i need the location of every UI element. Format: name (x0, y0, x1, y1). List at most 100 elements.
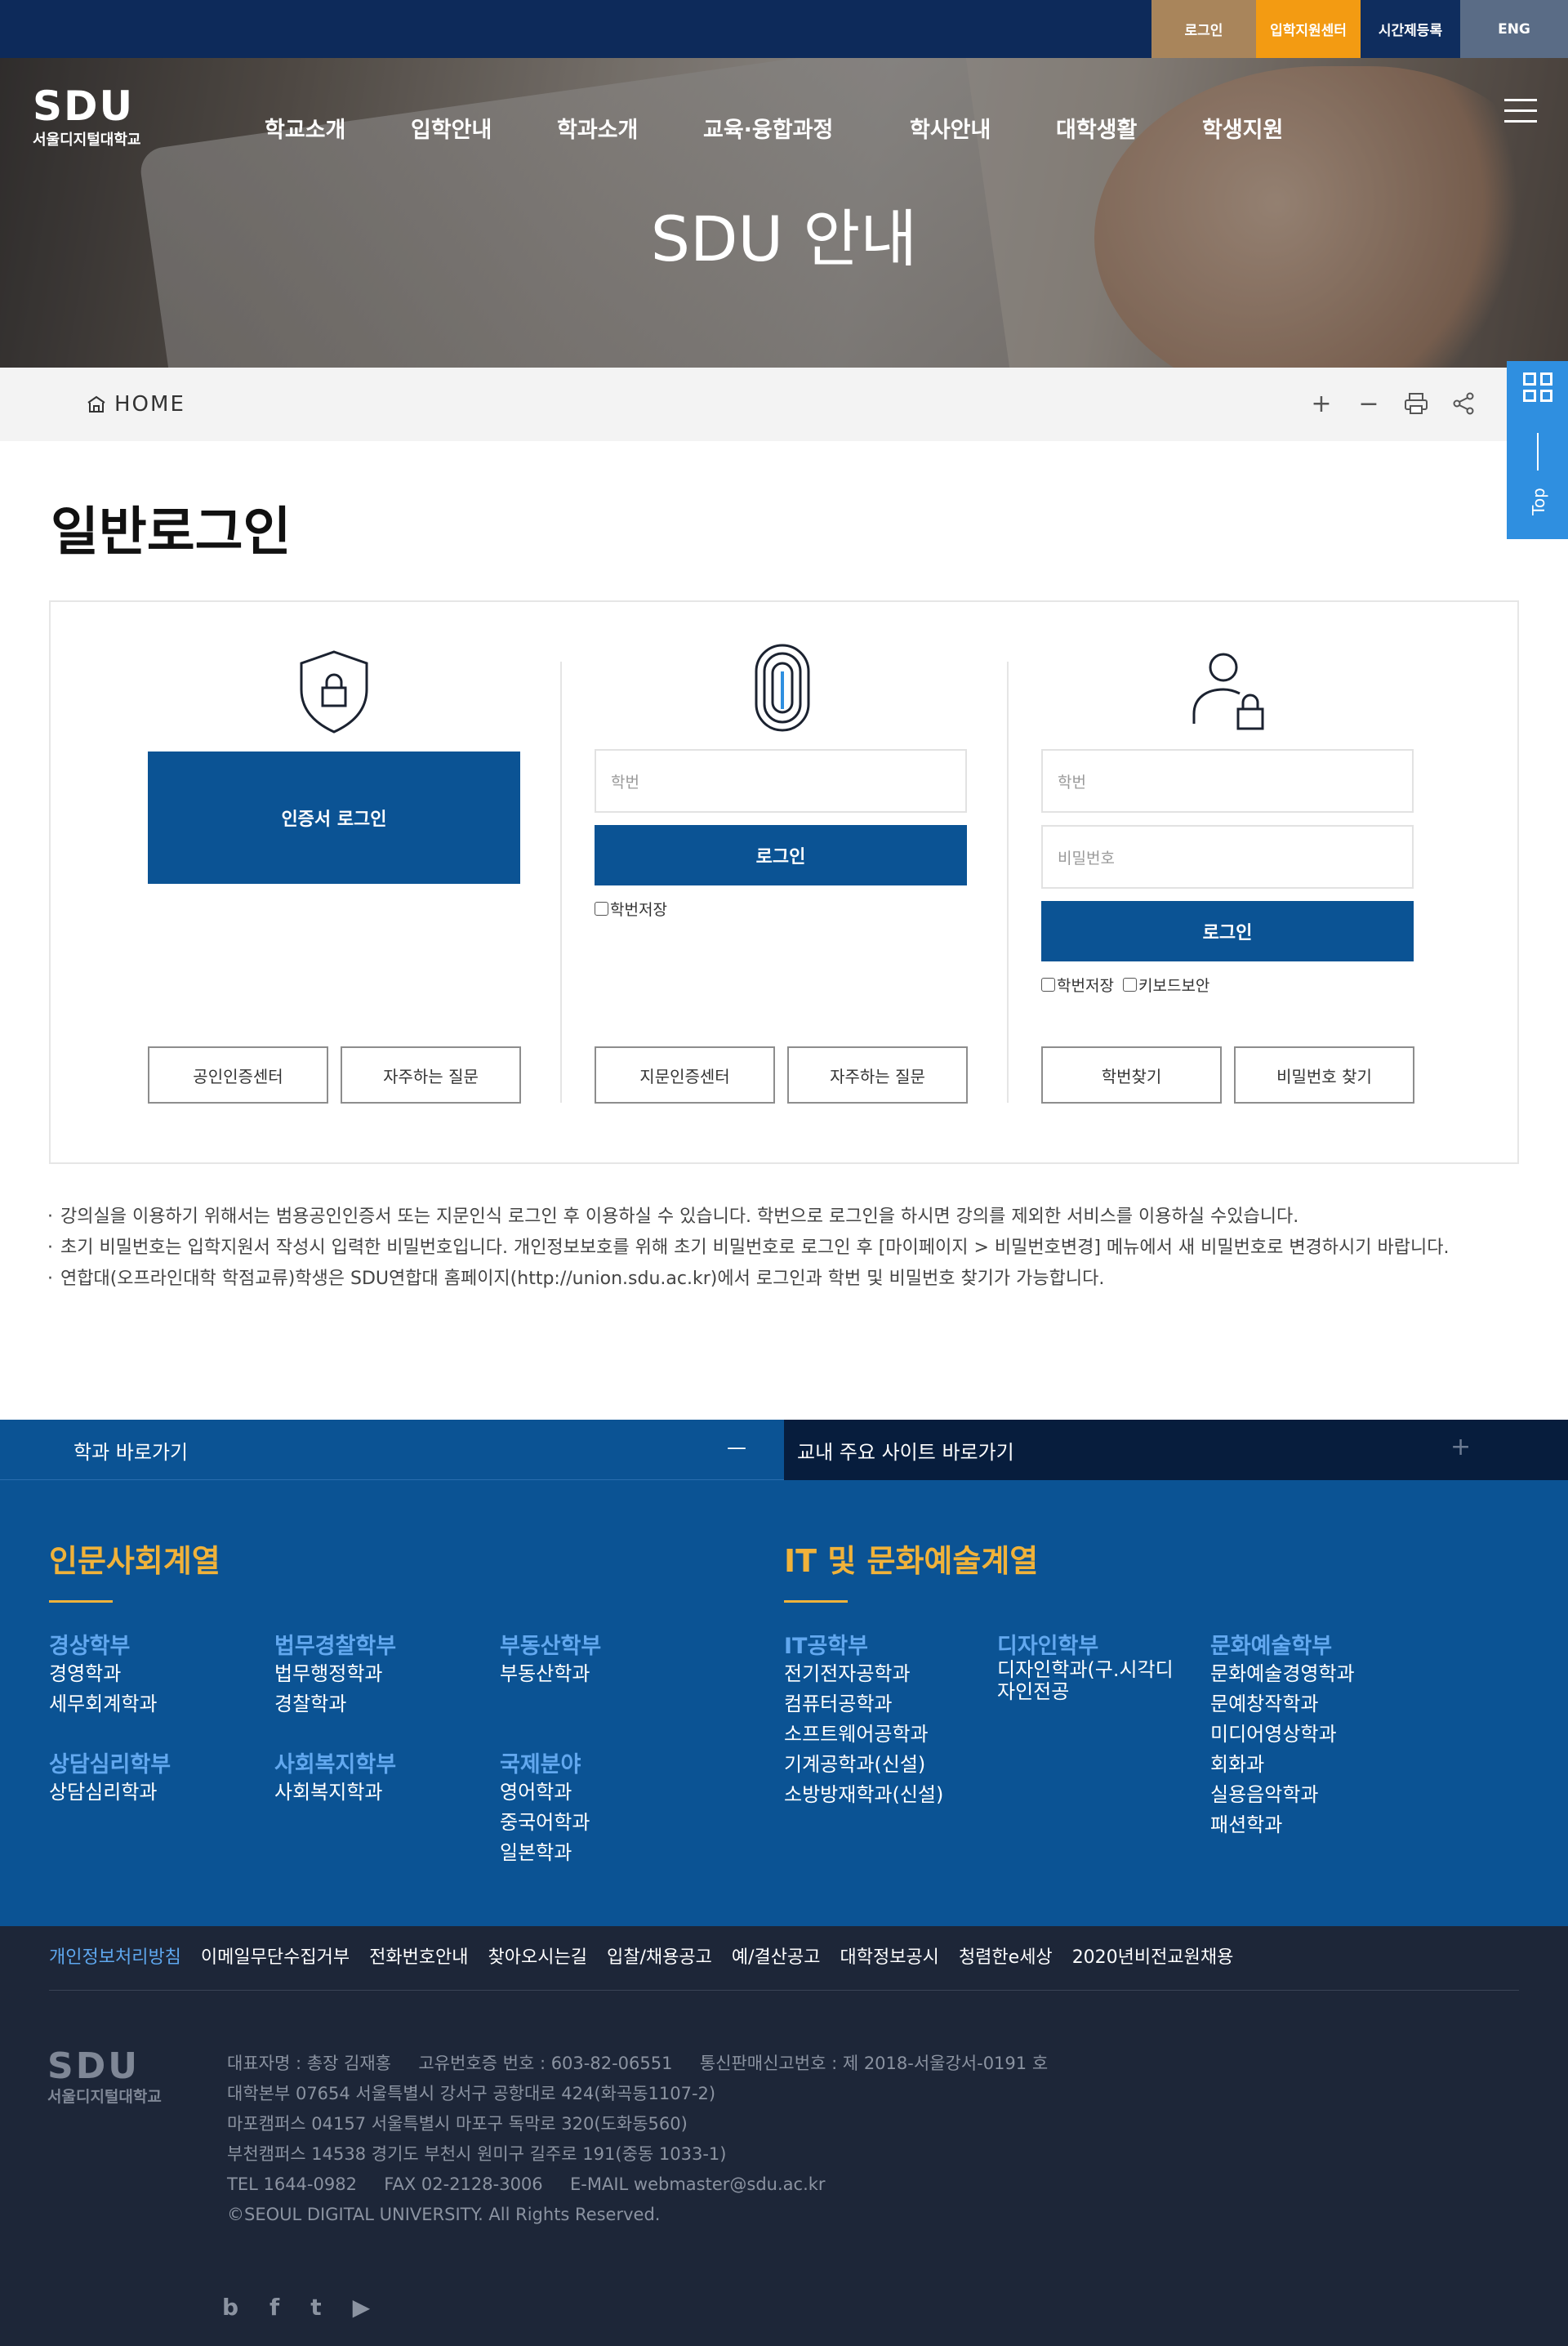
logo-subtitle: 서울디지털대학교 (33, 132, 141, 149)
cert-faq-button[interactable]: 자주하는 질문 (341, 1046, 521, 1104)
footer-info-line: 부천캠퍼스 14538 경기도 부천시 원미구 길주로 191(중동 1033-… (227, 2144, 727, 2164)
column-divider (1007, 662, 1009, 1103)
finger-student-id-input[interactable]: 학번 (595, 749, 967, 813)
fingerprint-center-button[interactable]: 지문인증센터 (595, 1046, 775, 1104)
major-link[interactable]: 경영학과 (49, 1659, 157, 1689)
breadcrumb-home[interactable]: HOME (87, 392, 185, 417)
major-link[interactable]: 일본학과 (500, 1838, 590, 1868)
footer-link[interactable]: 예/결산공고 (732, 1942, 821, 1969)
certificate-login-button[interactable]: 인증서 로그인 (148, 752, 520, 884)
hamburger-menu-icon[interactable] (1504, 99, 1537, 127)
password-input[interactable]: 비밀번호 (1041, 825, 1414, 889)
major-link[interactable]: 경찰학과 (274, 1689, 382, 1719)
footer-link[interactable]: 찾아오시는길 (488, 1942, 587, 1969)
major-link[interactable]: 컴퓨터공학과 (784, 1689, 943, 1719)
breadcrumb-home-label: HOME (114, 392, 185, 417)
login-button[interactable]: 로그인 (1041, 901, 1414, 961)
school-title[interactable]: 부동산학부 (500, 1628, 601, 1660)
school-title[interactable]: 국제분야 (500, 1746, 581, 1778)
site-footer: 개인정보처리방침 이메일무단수집거부 전화번호안내 찾아오시는길 입찰/채용공고… (0, 1926, 1568, 2346)
footer-logo: SDU 서울디지털대학교 (47, 2049, 162, 2107)
major-list: 디자인학과(구.시각디자인전공 (997, 1659, 1185, 1703)
major-link[interactable]: 문화예술경영학과 (1210, 1659, 1355, 1689)
major-link[interactable]: 법무행정학과 (274, 1659, 382, 1689)
footer-link[interactable]: 전화번호안내 (369, 1942, 468, 1969)
zoom-out-icon[interactable]: − (1356, 390, 1382, 418)
footer-link[interactable]: 2020년비전교원채용 (1072, 1942, 1234, 1969)
print-icon[interactable] (1403, 390, 1429, 417)
tab-site-shortcuts[interactable]: 교내 주요 사이트 바로가기 + (784, 1420, 1568, 1480)
timetable-register-link[interactable]: 시간제등록 (1361, 0, 1460, 58)
nav-item-campus-life[interactable]: 대학생활 (1056, 112, 1137, 144)
fingerprint-icon (755, 644, 810, 732)
school-title[interactable]: 법무경찰학부 (274, 1628, 396, 1660)
major-link[interactable]: 문예창작학과 (1210, 1689, 1355, 1719)
finger-login-button[interactable]: 로그인 (595, 825, 967, 885)
major-link[interactable]: 영어학과 (500, 1777, 590, 1808)
page-tools: + − (1308, 390, 1477, 418)
major-list: 전기전자공학과 컴퓨터공학과 소프트웨어공학과 기계공학과(신설) 소방방재학과… (784, 1659, 943, 1810)
blog-icon[interactable]: b (222, 2294, 238, 2321)
youtube-icon[interactable]: ▶ (353, 2294, 371, 2321)
major-link[interactable]: 전기전자공학과 (784, 1659, 943, 1689)
footer-link[interactable]: 청렴한e세상 (959, 1942, 1053, 1969)
school-title[interactable]: 경상학부 (49, 1628, 130, 1660)
tab-department-shortcuts[interactable]: 학과 바로가기 — (0, 1420, 784, 1480)
footer-info-line: TEL 1644-0982 FAX 02-2128-3006 E-MAIL we… (227, 2174, 826, 2194)
major-link[interactable]: 소프트웨어공학과 (784, 1719, 943, 1750)
footer-link[interactable]: 입찰/채용공고 (607, 1942, 712, 1969)
nav-item-admission[interactable]: 입학안내 (411, 112, 492, 144)
page-title: 일반로그인 (51, 502, 292, 563)
nav-item-departments[interactable]: 학과소개 (557, 112, 638, 144)
save-id-checkbox[interactable]: 학번저장 (1041, 974, 1114, 996)
nav-item-about[interactable]: 학교소개 (265, 112, 345, 144)
admission-center-link[interactable]: 입학지원센터 (1256, 0, 1361, 58)
footer-link[interactable]: 이메일무단수집거부 (201, 1942, 350, 1969)
collapse-icon[interactable]: — (727, 1436, 746, 1459)
finger-faq-button[interactable]: 자주하는 질문 (787, 1046, 968, 1104)
share-icon[interactable] (1450, 390, 1477, 417)
scroll-top-button[interactable]: Top (1529, 488, 1548, 515)
major-list: 법무행정학과 경찰학과 (274, 1659, 382, 1719)
nav-item-academic[interactable]: 학사안내 (910, 112, 991, 144)
category-underline (49, 1600, 113, 1603)
major-link[interactable]: 실용음악학과 (1210, 1780, 1355, 1810)
school-title[interactable]: 사회복지학부 (274, 1746, 396, 1778)
hero-title: SDU 안내 (650, 203, 918, 275)
department-links: 학과 바로가기 — 교내 주요 사이트 바로가기 + 인문사회계열 IT 및 문… (0, 1420, 1568, 1926)
school-title[interactable]: IT공학부 (784, 1628, 868, 1660)
school-title[interactable]: 디자인학부 (997, 1628, 1098, 1660)
footer-link-privacy[interactable]: 개인정보처리방침 (49, 1942, 181, 1969)
major-link[interactable]: 중국어학과 (500, 1808, 590, 1838)
nav-item-student-support[interactable]: 학생지원 (1202, 112, 1283, 144)
major-link[interactable]: 미디어영상학과 (1210, 1719, 1355, 1750)
major-link[interactable]: 소방방재학과(신설) (784, 1780, 943, 1810)
major-link[interactable]: 회화과 (1210, 1750, 1355, 1780)
nav-item-courses[interactable]: 교육·융합과정 (703, 112, 833, 144)
school-title[interactable]: 문화예술학부 (1210, 1628, 1332, 1660)
find-password-button[interactable]: 비밀번호 찾기 (1234, 1046, 1414, 1104)
major-link[interactable]: 사회복지학과 (274, 1777, 382, 1808)
site-logo[interactable]: SDU 서울디지털대학교 (33, 86, 140, 149)
major-link[interactable]: 부동산학과 (500, 1659, 590, 1689)
student-id-input[interactable]: 학번 (1041, 749, 1414, 813)
major-link[interactable]: 디자인학과(구.시각디자인전공 (997, 1659, 1185, 1703)
keyboard-security-checkbox[interactable]: 키보드보안 (1123, 974, 1209, 996)
quick-menu[interactable]: Top (1507, 361, 1568, 539)
twitter-icon[interactable]: t (310, 2294, 321, 2321)
english-site-link[interactable]: ENG (1460, 0, 1568, 58)
major-link[interactable]: 패션학과 (1210, 1810, 1355, 1840)
major-link[interactable]: 상담심리학과 (49, 1777, 157, 1808)
school-title[interactable]: 상담심리학부 (49, 1746, 171, 1778)
top-login-link[interactable]: 로그인 (1152, 0, 1256, 58)
footer-link[interactable]: 대학정보공시 (840, 1942, 938, 1969)
zoom-in-icon[interactable]: + (1308, 390, 1334, 418)
certificate-center-button[interactable]: 공인인증센터 (148, 1046, 328, 1104)
facebook-icon[interactable]: f (270, 2294, 279, 2321)
finger-save-id-checkbox[interactable]: 학번저장 (595, 898, 667, 920)
quick-divider (1537, 433, 1539, 471)
major-link[interactable]: 기계공학과(신설) (784, 1750, 943, 1780)
find-id-button[interactable]: 학번찾기 (1041, 1046, 1222, 1104)
major-link[interactable]: 세무회계학과 (49, 1689, 157, 1719)
expand-icon[interactable]: + (1450, 1433, 1471, 1461)
